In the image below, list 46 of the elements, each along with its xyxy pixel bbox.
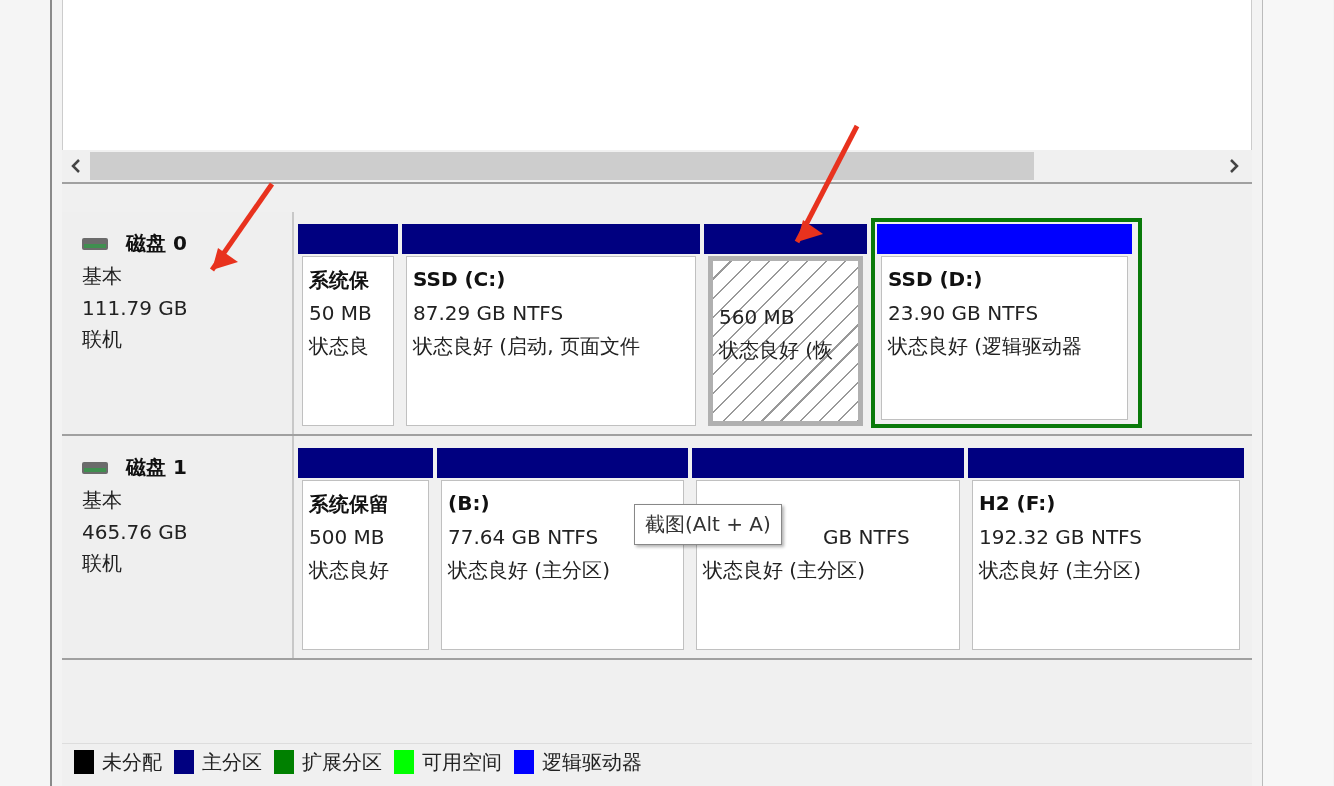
- partition-size: 77.64 GB NTFS: [448, 525, 600, 549]
- legend-label: 主分区: [202, 748, 262, 776]
- disk-status: 联机: [82, 326, 123, 353]
- partition-size: 50 MB: [309, 301, 373, 325]
- partition-name: (B:): [448, 491, 491, 517]
- legend-label: 未分配: [102, 748, 162, 776]
- disk-size: 111.79 GB: [82, 296, 189, 320]
- partition-status: 状态良好 (主分区): [448, 557, 611, 584]
- legend-label: 可用空间: [422, 748, 502, 776]
- partition-size: 192.32 GB NTFS: [979, 525, 1143, 549]
- partition-size: 23.90 GB NTFS: [888, 301, 1040, 325]
- partition-status: 状态良好 (主分区): [703, 557, 866, 584]
- partition-block[interactable]: SSD (D:) 23.90 GB NTFS 状态良好 (逻辑驱动器: [881, 256, 1128, 420]
- scroll-right-icon[interactable]: [1228, 158, 1240, 174]
- disk-size: 465.76 GB: [82, 520, 189, 544]
- partition-status: 状态良好 (启动, 页面文件: [413, 333, 641, 360]
- partition-status: 状态良: [309, 333, 370, 360]
- legend-label: 扩展分区: [302, 748, 382, 776]
- partition-size: 87.29 GB NTFS: [413, 301, 565, 325]
- scroll-left-icon[interactable]: [70, 158, 82, 174]
- disk-name: 磁盘 1: [126, 454, 187, 481]
- disk-drive-icon: [82, 237, 108, 250]
- partition-name: 系统保: [309, 267, 370, 293]
- partition-block[interactable]: H2 (F:) 192.32 GB NTFS 状态良好 (主分区): [972, 480, 1240, 650]
- partition-block[interactable]: 560 MB 状态良好 (恢: [708, 256, 863, 426]
- partition-name: SSD (D:): [888, 267, 984, 293]
- partition-status: 状态良好 (恢: [719, 337, 835, 364]
- partition-name: H2 (F:): [979, 491, 1057, 517]
- partition-block[interactable]: SSD (C:) 87.29 GB NTFS 状态良好 (启动, 页面文件: [406, 256, 696, 426]
- partition-status: 状态良好 (主分区): [979, 557, 1142, 584]
- partition-size: 560 MB: [719, 305, 796, 329]
- partition-status: 状态良好: [309, 557, 390, 584]
- partition-block[interactable]: 系统保留 500 MB 状态良好: [302, 480, 429, 650]
- tooltip: 截图(Alt + A): [634, 504, 782, 545]
- partition-name: 系统保留: [309, 491, 390, 517]
- legend-label: 逻辑驱动器: [542, 748, 642, 776]
- partition-status: 状态良好 (逻辑驱动器: [888, 333, 1084, 360]
- scrollbar-thumb[interactable]: [90, 152, 1034, 180]
- partition-size: 500 MB: [309, 525, 386, 549]
- disk-type: 基本: [82, 487, 123, 514]
- disk-type: 基本: [82, 263, 123, 290]
- partition-name: SSD (C:): [413, 267, 507, 293]
- disk-status: 联机: [82, 550, 123, 577]
- disk-drive-icon: [82, 461, 108, 474]
- partition-block[interactable]: 系统保 50 MB 状态良: [302, 256, 394, 426]
- disk-name: 磁盘 0: [126, 230, 187, 257]
